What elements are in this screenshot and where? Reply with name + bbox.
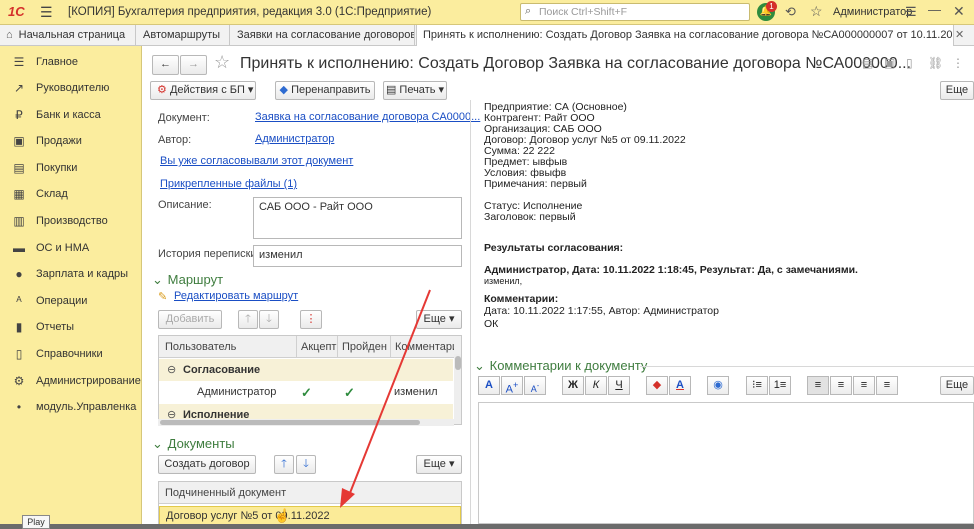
arrow-line	[347, 289, 431, 499]
annotation-arrow	[340, 289, 431, 508]
cursor-icon: ☝	[274, 508, 291, 523]
arrow-head	[340, 488, 355, 508]
